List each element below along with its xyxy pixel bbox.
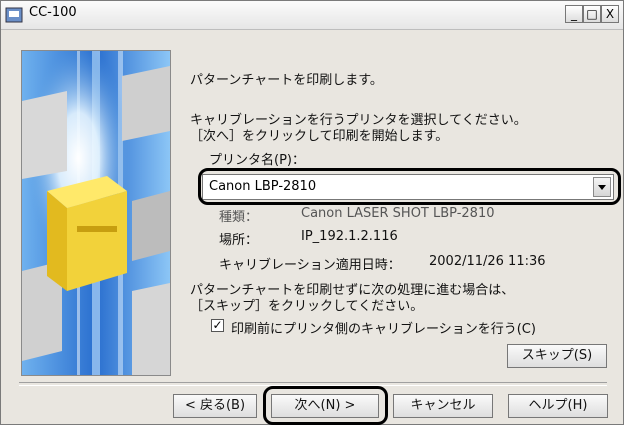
skip-note-line-2: ［スキップ］をクリックしてください。 [190, 299, 424, 314]
type-value: Canon LASER SHOT LBP-2810 [301, 206, 495, 221]
printer-illustration [21, 50, 171, 376]
calibration-datetime-label: キャリブレーション適用日時： [219, 258, 401, 273]
printer-select-highlight [198, 168, 621, 205]
back-button[interactable]: < 戻る(B) [173, 394, 257, 418]
window-title: CC-100 [29, 5, 77, 20]
cancel-button[interactable]: キャンセル [393, 394, 493, 418]
instruction-line-2: ［次へ］をクリックして印刷を開始します。 [190, 129, 449, 144]
title-bar[interactable]: CC-100 _ □ X [1, 1, 623, 30]
close-button[interactable]: X [601, 5, 619, 23]
app-icon [5, 7, 23, 23]
heading-text: パターンチャートを印刷します。 [190, 73, 383, 88]
calibration-checkbox-label[interactable]: 印刷前にプリンタ側のキャリブレーションを行う(C) [231, 318, 536, 337]
calibration-datetime-value: 2002/11/26 11:36 [429, 254, 546, 269]
skip-button[interactable]: スキップ(S) [507, 344, 607, 368]
type-label: 種類： [219, 210, 259, 225]
maximize-button[interactable]: □ [583, 5, 601, 23]
printer-name-label: プリンタ名(P)： [209, 153, 305, 168]
next-button-highlight [263, 386, 388, 425]
dialog-window: CC-100 _ □ X パターンチャートを印刷します。 キャリブレーションを行… [0, 0, 624, 425]
location-value: IP_192.1.2.116 [301, 229, 398, 244]
calibration-checkbox[interactable]: ✓ [211, 319, 224, 332]
location-label: 場所： [219, 233, 259, 248]
minimize-button[interactable]: _ [565, 5, 583, 23]
help-button[interactable]: ヘルプ(H) [508, 394, 608, 418]
